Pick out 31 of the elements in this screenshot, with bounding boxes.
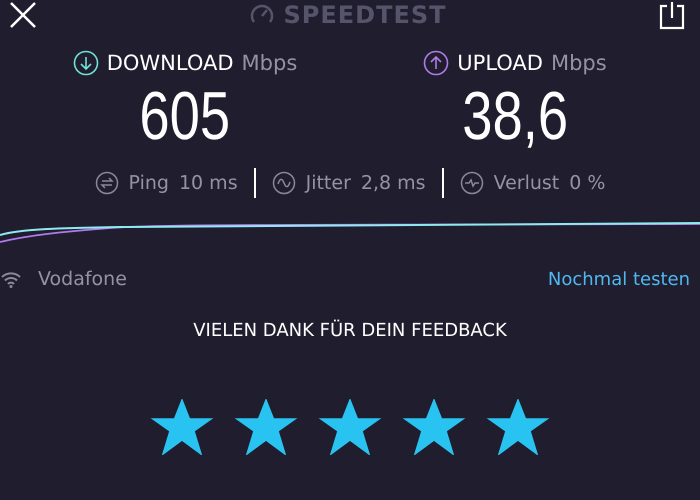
speed-value: 605	[140, 77, 230, 156]
share-icon	[658, 0, 686, 30]
feedback-title: VIELEN DANK FÜR DEIN FEEDBACK	[192, 320, 508, 341]
close-icon	[8, 0, 38, 30]
download-icon	[72, 50, 99, 76]
star-icon[interactable]	[150, 399, 214, 455]
pulse-icon	[460, 171, 484, 195]
retest-link[interactable]: Nochmal testen	[548, 268, 690, 290]
speed-value: 38,6	[462, 77, 568, 156]
wave-icon	[272, 171, 296, 195]
star-icon[interactable]	[402, 399, 466, 455]
metric-label: Ping	[128, 172, 169, 194]
metric-value: 10 ms	[178, 172, 238, 194]
metric-value: 0 %	[569, 172, 606, 194]
app-title: SPEEDTEST	[283, 1, 446, 29]
metric-label: Jitter	[306, 172, 351, 194]
metric-value: 2,8 ms	[360, 172, 426, 194]
result-label: UPLOAD	[457, 51, 543, 75]
upload-icon	[423, 50, 450, 76]
close-button[interactable]	[8, 0, 38, 30]
unit-label: Mbps	[242, 51, 298, 75]
result-label: DOWNLOAD	[106, 51, 234, 75]
metric-label: Verlust	[494, 172, 560, 194]
star-icon[interactable]	[318, 399, 382, 455]
wifi-icon	[0, 270, 22, 288]
provider-name: Vodafone	[38, 268, 127, 290]
share-button[interactable]	[658, 0, 686, 30]
unit-label: Mbps	[550, 51, 607, 75]
star-icon[interactable]	[486, 399, 550, 455]
ping-icon	[94, 171, 119, 195]
star-icon[interactable]	[234, 399, 298, 455]
